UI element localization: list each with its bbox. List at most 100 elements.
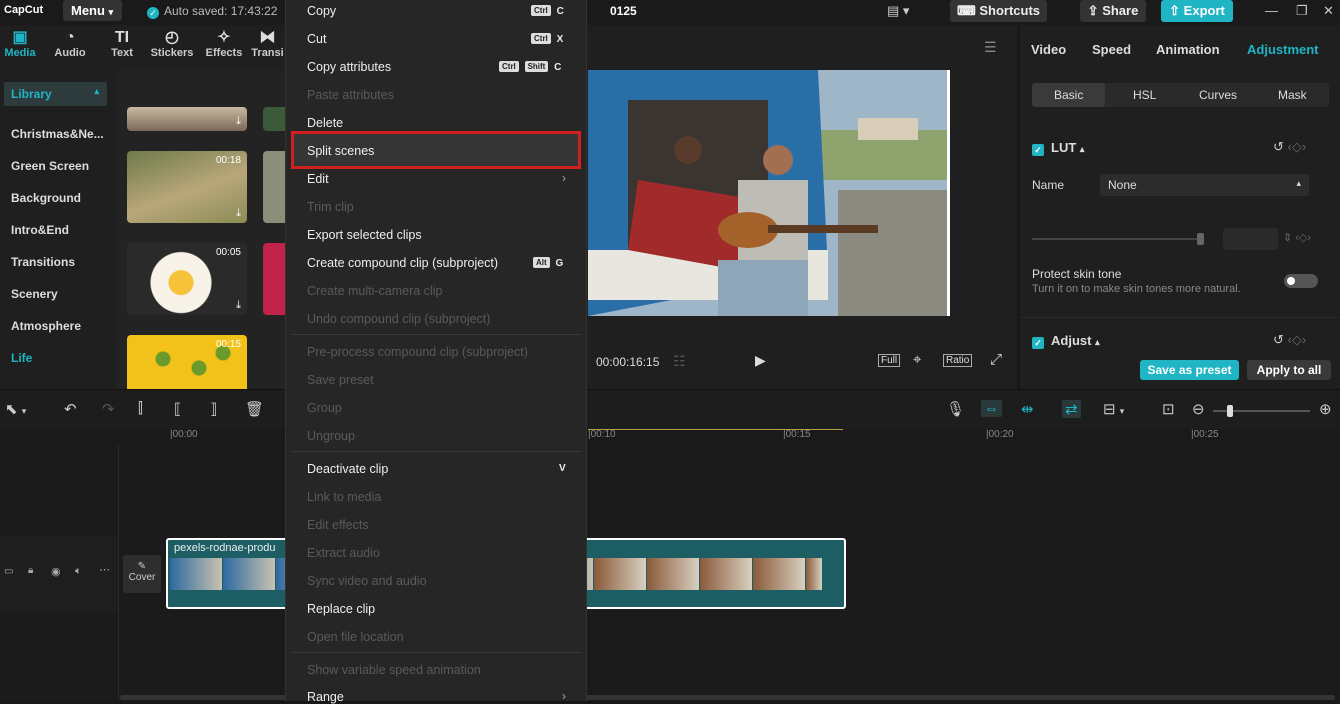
shortcuts-button[interactable]: ⌨ Shortcuts: [950, 0, 1047, 22]
microphone-icon[interactable]: 🎙: [946, 400, 965, 418]
link-icon[interactable]: ⇹: [1021, 400, 1034, 418]
menu-item-trim-clip[interactable]: Trim clip: [307, 200, 354, 214]
sidebar-item-green-screen[interactable]: Green Screen: [11, 159, 89, 173]
sidebar-item-life[interactable]: Life: [11, 351, 32, 365]
keyframe-icon[interactable]: ⇕ ‹◇›: [1283, 231, 1311, 244]
menu-item-cut[interactable]: Cut: [307, 32, 326, 46]
redo-icon[interactable]: ↷: [102, 400, 115, 418]
split-left-icon[interactable]: ⟦: [174, 400, 181, 418]
media-thumbnail[interactable]: 00:18 ⤓: [127, 151, 247, 223]
menu-item-link-media[interactable]: Link to media: [307, 490, 381, 504]
adjust-section[interactable]: ✓ Adjust ▴: [1032, 333, 1100, 349]
minimize-icon[interactable]: —: [1265, 3, 1278, 18]
menu-item-export-selected[interactable]: Export selected clips: [307, 228, 422, 242]
menu-item-copy-attributes[interactable]: Copy attributes: [307, 60, 391, 74]
tool-stickers[interactable]: ◴ Stickers: [147, 25, 197, 71]
play-icon[interactable]: ▶: [755, 352, 766, 369]
split-icon[interactable]: ⫿: [138, 400, 143, 417]
sidebar-item-christmas[interactable]: Christmas&Ne...: [11, 127, 104, 141]
media-thumbnail[interactable]: [263, 107, 285, 131]
sidebar-item-transitions[interactable]: Transitions: [11, 255, 75, 269]
slider-handle[interactable]: [1197, 233, 1204, 245]
undo-icon[interactable]: ↶: [64, 400, 77, 418]
lut-intensity-slider[interactable]: [1032, 238, 1200, 240]
tool-transitions[interactable]: ⧓ Transi: [250, 25, 285, 71]
tab-adjustment[interactable]: Adjustment: [1247, 42, 1319, 57]
reset-icon[interactable]: ↺ ‹◇›: [1273, 139, 1306, 155]
checkbox-checked-icon[interactable]: ✓: [1032, 144, 1044, 156]
menu-item-open-file-location[interactable]: Open file location: [307, 630, 404, 644]
checkbox-checked-icon[interactable]: ✓: [1032, 337, 1044, 349]
close-icon[interactable]: ✕: [1323, 3, 1334, 19]
crop-icon[interactable]: ⌖: [913, 351, 921, 368]
delete-icon[interactable]: 🗑: [245, 400, 264, 418]
project-name[interactable]: 0125: [610, 4, 637, 18]
menu-item-undo-compound[interactable]: Undo compound clip (subproject): [307, 312, 490, 326]
cover-button[interactable]: ✎ Cover: [123, 555, 161, 593]
menu-item-preprocess-compound[interactable]: Pre-process compound clip (subproject): [307, 345, 528, 359]
protect-skin-toggle[interactable]: [1284, 274, 1318, 288]
split-right-icon[interactable]: ⟧: [210, 400, 217, 418]
subtab-curves[interactable]: Curves: [1199, 88, 1237, 102]
zoom-handle[interactable]: [1227, 405, 1233, 417]
menu-button[interactable]: Menu ▾: [63, 0, 122, 21]
tool-effects[interactable]: ✧ Effects: [199, 25, 249, 71]
subtab-hsl[interactable]: HSL: [1133, 88, 1156, 102]
reset-icon[interactable]: ↺ ‹◇›: [1273, 332, 1306, 348]
tab-video[interactable]: Video: [1031, 42, 1066, 57]
timeline-ruler[interactable]: |00:00 |00:10 |00:15 |00:20 |00:25: [0, 429, 1340, 445]
fullscreen-icon[interactable]: ⤢: [990, 351, 1002, 368]
preview-axis-icon[interactable]: ⇄: [1062, 400, 1081, 418]
select-tool-icon[interactable]: ⬉ ▾: [5, 400, 26, 418]
menu-item-range[interactable]: Range: [307, 690, 344, 704]
tool-media[interactable]: ▣ Media: [0, 25, 45, 71]
media-thumbnail[interactable]: 00:05 ⤓: [127, 243, 247, 315]
apply-all-button[interactable]: Apply to all: [1247, 360, 1331, 380]
zoom-in-icon[interactable]: ⊕: [1319, 400, 1332, 418]
subtab-basic[interactable]: Basic: [1032, 83, 1106, 107]
maximize-icon[interactable]: ❐: [1296, 3, 1308, 19]
zoom-out-icon[interactable]: ⊖: [1192, 400, 1205, 418]
menu-item-delete[interactable]: Delete: [307, 116, 343, 130]
menu-item-multi-camera[interactable]: Create multi-camera clip: [307, 284, 442, 298]
tab-speed[interactable]: Speed: [1092, 42, 1131, 57]
tab-animation[interactable]: Animation: [1156, 42, 1220, 57]
menu-item-create-compound[interactable]: Create compound clip (subproject): [307, 256, 498, 270]
tool-text[interactable]: TI Text: [97, 25, 147, 71]
grid-icon[interactable]: ☷: [673, 353, 686, 370]
lut-name-select[interactable]: None ▴: [1100, 174, 1309, 196]
sidebar-item-intro-end[interactable]: Intro&End: [11, 223, 69, 237]
menu-item-extract-audio[interactable]: Extract audio: [307, 546, 380, 560]
save-preset-button[interactable]: Save as preset: [1140, 360, 1239, 380]
media-thumbnail[interactable]: [263, 151, 285, 223]
tool-audio[interactable]: ◔ Audio: [45, 25, 95, 71]
menu-item-copy[interactable]: Copy: [307, 4, 336, 18]
full-button[interactable]: Full: [878, 354, 901, 367]
media-thumbnail[interactable]: [263, 243, 285, 315]
lut-section[interactable]: ✓ LUT ▴: [1032, 140, 1084, 156]
menu-item-ungroup[interactable]: Ungroup: [307, 429, 355, 443]
volume-icon[interactable]: 🔈︎: [75, 565, 82, 578]
caption-icon[interactable]: ⊡: [1162, 400, 1175, 418]
share-button[interactable]: ⇪ Share: [1080, 0, 1146, 22]
layout-icon[interactable]: ▤ ▾: [887, 3, 909, 19]
video-preview[interactable]: [588, 70, 950, 316]
menu-item-variable-speed[interactable]: Show variable speed animation: [307, 663, 481, 677]
eye-icon[interactable]: ◉: [51, 565, 61, 578]
lut-intensity-input[interactable]: [1223, 228, 1278, 250]
hamburger-icon[interactable]: ☰: [984, 39, 997, 56]
media-thumbnail[interactable]: 00:15: [127, 335, 247, 389]
align-icon[interactable]: ⊟ ▾: [1103, 400, 1124, 418]
menu-item-edit-effects[interactable]: Edit effects: [307, 518, 369, 532]
menu-item-replace-clip[interactable]: Replace clip: [307, 602, 375, 616]
sidebar-item-scenery[interactable]: Scenery: [11, 287, 58, 301]
sidebar-item-background[interactable]: Background: [11, 191, 81, 205]
menu-item-edit[interactable]: Edit: [307, 172, 329, 186]
menu-item-group[interactable]: Group: [307, 401, 342, 415]
export-button[interactable]: ⇧ Export: [1161, 0, 1233, 22]
media-thumbnail[interactable]: ⤓: [127, 107, 247, 131]
more-icon[interactable]: ⋯: [99, 563, 110, 576]
menu-item-paste-attributes[interactable]: Paste attributes: [307, 88, 394, 102]
lock-icon[interactable]: 🔒︎: [28, 565, 33, 576]
menu-item-split-scenes[interactable]: Split scenes: [307, 144, 374, 158]
